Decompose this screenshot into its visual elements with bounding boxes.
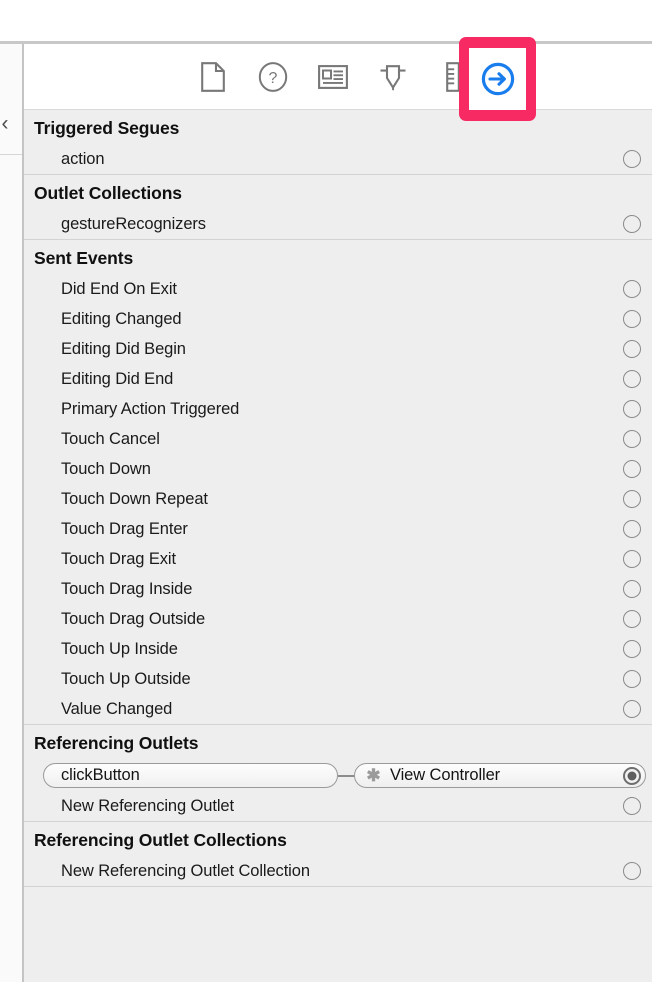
connection-row[interactable]: Editing Did Begin	[24, 334, 652, 364]
connection-well[interactable]	[623, 670, 641, 688]
connection-well[interactable]	[623, 430, 641, 448]
connection-well[interactable]	[623, 490, 641, 508]
connection-row[interactable]: Primary Action Triggered	[24, 394, 652, 424]
connection-well[interactable]	[623, 580, 641, 598]
section-title: Triggered Segues	[34, 118, 180, 138]
section-sent-events: Sent Events Did End On Exit Editing Chan…	[24, 239, 652, 724]
connection-well[interactable]	[623, 700, 641, 718]
section-outlet-collections: Outlet Collections gestureRecognizers	[24, 174, 652, 239]
connection-row[interactable]: Touch Drag Outside	[24, 604, 652, 634]
connection-label: Editing Did Begin	[61, 339, 186, 358]
connection-row[interactable]: Touch Cancel	[24, 424, 652, 454]
outlet-target-label: View Controller	[390, 766, 501, 784]
connection-label: Touch Drag Enter	[61, 519, 188, 538]
attributes-inspector-icon[interactable]	[371, 55, 415, 99]
connection-well[interactable]	[623, 610, 641, 628]
connection-row[interactable]: Touch Up Outside	[24, 664, 652, 694]
sliver-divider	[0, 154, 22, 155]
connection-row[interactable]: gestureRecognizers	[24, 209, 652, 239]
connection-row[interactable]: Did End On Exit	[24, 274, 652, 304]
connection-well-connected[interactable]	[623, 766, 641, 785]
section-title: Referencing Outlets	[34, 733, 199, 753]
connection-well[interactable]	[623, 310, 641, 328]
section-title: Outlet Collections	[34, 183, 182, 203]
outlet-name-pill[interactable]: clickButton	[43, 763, 338, 788]
inspector-toolbar: ?	[24, 44, 652, 110]
connection-label: Touch Up Outside	[61, 669, 191, 688]
connection-well[interactable]	[623, 400, 641, 418]
chevron-left-icon[interactable]: ‹	[0, 112, 16, 136]
connection-well[interactable]	[623, 797, 641, 815]
section-title: Referencing Outlet Collections	[34, 830, 287, 850]
connections-inspector-body: Triggered Segues action Outlet Collectio…	[24, 110, 652, 982]
window-top-gap	[0, 0, 652, 41]
connection-label: Touch Drag Inside	[61, 579, 193, 598]
connection-well[interactable]	[623, 640, 641, 658]
connection-label: Touch Down	[61, 459, 151, 478]
outlet-target-pill[interactable]: ✱ View Controller	[354, 763, 646, 788]
inspector-empty-area	[24, 886, 652, 964]
connection-label: Did End On Exit	[61, 279, 177, 298]
connection-row[interactable]: New Referencing Outlet	[24, 791, 652, 821]
connection-row[interactable]: Editing Did End	[24, 364, 652, 394]
connection-well[interactable]	[623, 550, 641, 568]
selection-highlight-box	[459, 37, 536, 121]
section-title: Sent Events	[34, 248, 134, 268]
connection-label: Primary Action Triggered	[61, 399, 240, 418]
connection-well[interactable]	[623, 460, 641, 478]
connection-well[interactable]	[623, 862, 641, 880]
section-referencing-outlets: Referencing Outlets clickButton ✱ View C…	[24, 724, 652, 821]
connection-well[interactable]	[623, 520, 641, 538]
connections-inspector-tab[interactable]	[469, 48, 526, 110]
connection-well[interactable]	[623, 280, 641, 298]
connection-row[interactable]: Touch Drag Exit	[24, 544, 652, 574]
connection-row[interactable]: Touch Drag Enter	[24, 514, 652, 544]
section-triggered-segues: Triggered Segues action	[24, 110, 652, 174]
connection-label: New Referencing Outlet	[61, 796, 234, 815]
connection-label: Value Changed	[61, 699, 173, 718]
file-inspector-icon[interactable]	[191, 55, 235, 99]
outlet-connection-link	[338, 775, 355, 777]
connection-row[interactable]: Editing Changed	[24, 304, 652, 334]
connection-well[interactable]	[623, 150, 641, 168]
connection-label: Touch Cancel	[61, 429, 160, 448]
quick-help-icon[interactable]: ?	[251, 55, 295, 99]
connection-label: Touch Drag Exit	[61, 549, 176, 568]
identity-inspector-icon[interactable]	[311, 55, 355, 99]
connection-label: New Referencing Outlet Collection	[61, 861, 310, 880]
x-mark-icon[interactable]: ✱	[365, 767, 382, 784]
connection-row[interactable]: action	[24, 144, 652, 174]
outlet-name-label: clickButton	[61, 766, 140, 784]
connection-well[interactable]	[623, 215, 641, 233]
connection-label: Editing Changed	[61, 309, 182, 328]
outlet-connection-row[interactable]: clickButton ✱ View Controller	[24, 759, 652, 791]
section-referencing-outlet-collections: Referencing Outlet Collections New Refer…	[24, 821, 652, 886]
connection-label: Touch Up Inside	[61, 639, 178, 658]
connection-label: Touch Down Repeat	[61, 489, 208, 508]
connection-label: Editing Did End	[61, 369, 174, 388]
connection-row[interactable]: Touch Up Inside	[24, 634, 652, 664]
connection-row[interactable]: Touch Down	[24, 454, 652, 484]
inspector-window: ‹ ? Triggered Segues action Outlet Colle…	[0, 0, 652, 982]
connection-row[interactable]: Touch Down Repeat	[24, 484, 652, 514]
connection-well[interactable]	[623, 370, 641, 388]
connection-row[interactable]: Touch Drag Inside	[24, 574, 652, 604]
adjacent-pane-sliver: ‹	[0, 44, 22, 982]
connection-well[interactable]	[623, 340, 641, 358]
connections-inspector-icon	[469, 48, 526, 110]
connection-label: action	[61, 149, 105, 168]
svg-text:?: ?	[269, 70, 278, 87]
connection-label: gestureRecognizers	[61, 214, 206, 233]
connection-row[interactable]: New Referencing Outlet Collection	[24, 856, 652, 886]
connection-row[interactable]: Value Changed	[24, 694, 652, 724]
connection-label: Touch Drag Outside	[61, 609, 206, 628]
